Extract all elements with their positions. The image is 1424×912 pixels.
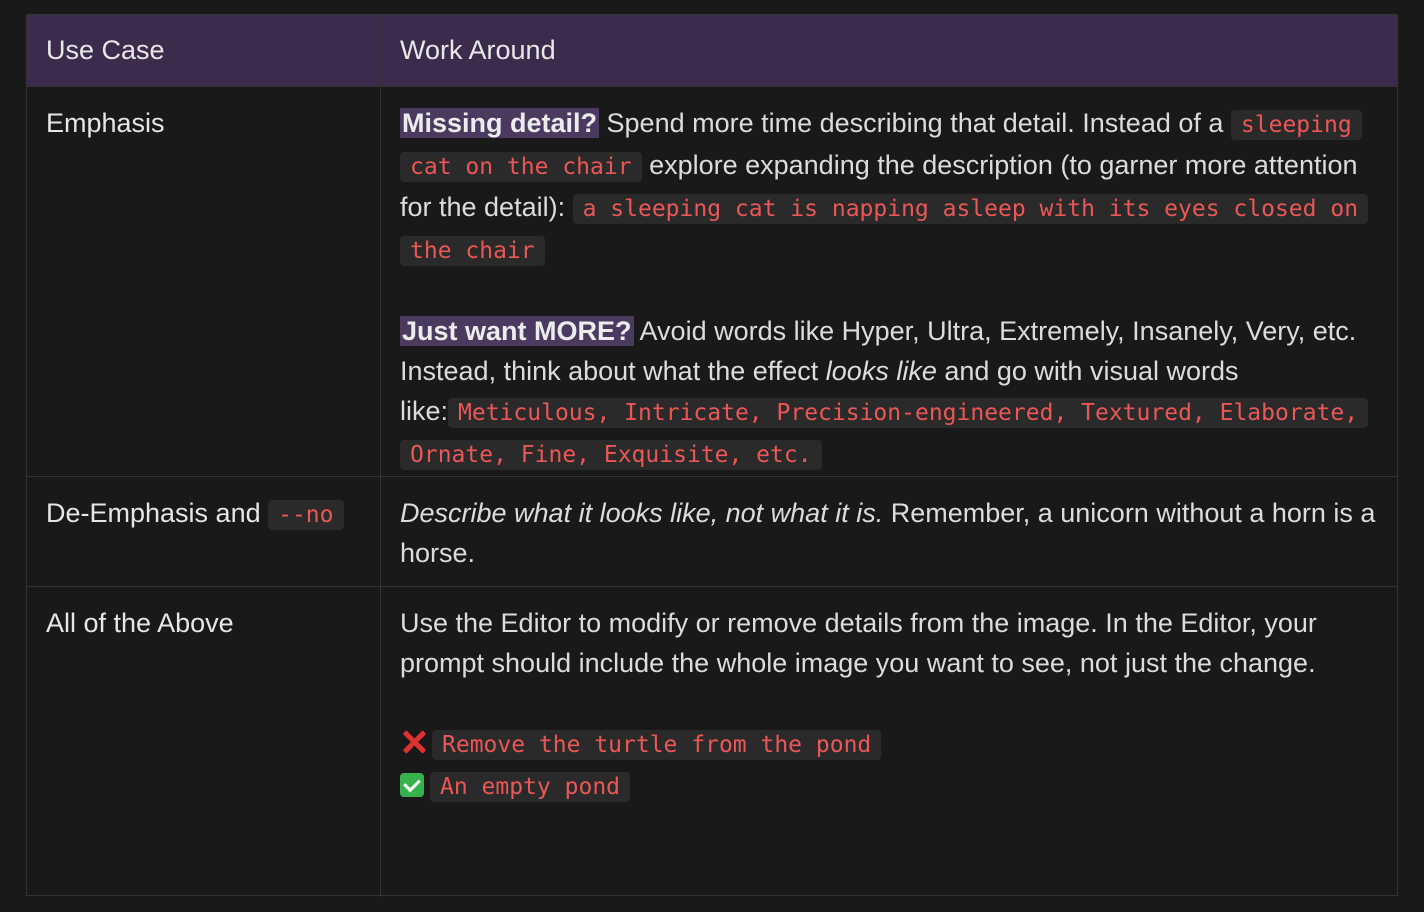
column-divider [380,87,381,476]
missing-detail-paragraph: Missing detail? Spend more time describi… [400,103,1380,271]
table-row-all-of-the-above: All of the Above Use the Editor to modif… [27,586,1397,897]
table-row-de-emphasis: De-Emphasis and --no Describe what it lo… [27,476,1397,586]
table-row-emphasis: Emphasis Missing detail? Spend more time… [27,86,1397,476]
work-around-all-of-the-above: Use the Editor to modify or remove detai… [400,603,1380,807]
work-around-emphasis: Missing detail? Spend more time describi… [400,103,1380,475]
describe-italic: Describe what it looks like, not what it… [400,498,884,528]
use-case-de-emphasis: De-Emphasis and --no [46,493,366,535]
bad-example-code: Remove the turtle from the pond [432,730,882,760]
missing-detail-highlight: Missing detail? [400,108,600,138]
just-want-more-paragraph: Just want MORE? Avoid words like Hyper, … [400,311,1380,475]
column-divider [380,477,381,586]
header-work-around: Work Around [400,35,556,65]
table-header-row: Use Case Work Around [27,15,1397,86]
cross-mark-icon [400,728,428,756]
de-emphasis-label: De-Emphasis and [46,498,269,528]
use-case-all-of-the-above: All of the Above [46,608,234,638]
bad-example-line: Remove the turtle from the pond [400,723,1380,765]
looks-like-italic: looks like [825,356,937,386]
use-case-table: Use Case Work Around Emphasis Missing de… [26,14,1398,897]
work-around-de-emphasis: Describe what it looks like, not what it… [400,493,1380,573]
no-flag-code: --no [268,500,344,530]
good-example-code: An empty pond [430,772,631,802]
header-use-case: Use Case [46,35,165,65]
use-case-emphasis: Emphasis [46,108,165,138]
column-divider [380,587,381,897]
just-want-more-highlight: Just want MORE? [400,316,634,346]
check-mark-icon [400,773,424,797]
editor-paragraph: Use the Editor to modify or remove detai… [400,608,1317,678]
visual-words-code: Meticulous, Intricate, Precision-enginee… [400,398,1369,470]
column-divider [380,15,381,86]
missing-detail-text-1: Spend more time describing that detail. … [599,108,1231,138]
good-example-line: An empty pond [400,765,1380,807]
